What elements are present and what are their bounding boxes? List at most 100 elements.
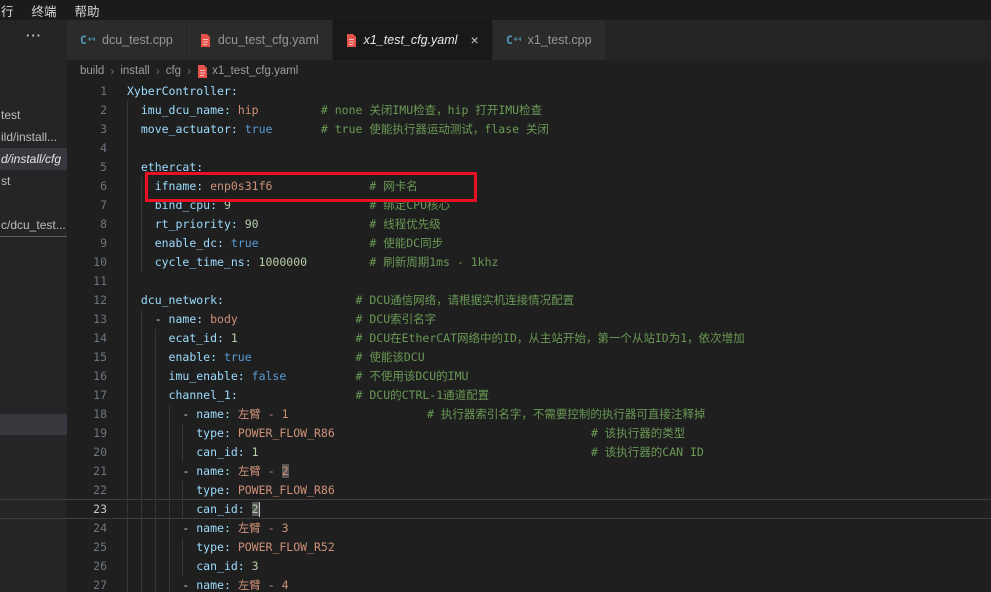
code-line[interactable]: 18 - name: 左臂 - 1 # 执行器索引名字，不需要控制的执行器可直接…: [67, 405, 991, 424]
line-number: 9: [67, 234, 107, 253]
code-line[interactable]: 26 can_id: 3: [67, 557, 991, 576]
text-cursor: [259, 502, 260, 517]
code-line[interactable]: 11: [67, 272, 991, 291]
line-number: 3: [67, 120, 107, 139]
code-line[interactable]: 23 can_id: 2: [67, 500, 991, 519]
code-line[interactable]: 10 cycle_time_ns: 1000000 # 刷新周期1ms - 1k…: [67, 253, 991, 272]
tab-x1_test.cpp[interactable]: C++ x1_test.cpp: [493, 20, 605, 60]
line-number: 27: [67, 576, 107, 592]
code-line[interactable]: 27 - name: 左臂 - 4: [67, 576, 991, 592]
menu-item-3[interactable]: 帮助: [66, 1, 109, 20]
code-text: cycle_time_ns: 1000000 # 刷新周期1ms - 1khz: [127, 253, 498, 272]
svg-text:C: C: [80, 34, 87, 47]
sidebar-item-6[interactable]: c/dcu_test...: [0, 214, 67, 237]
svg-text:C: C: [506, 34, 513, 47]
breadcrumb-segment-build[interactable]: build: [80, 65, 104, 77]
code-text: can_id: 3: [127, 557, 259, 576]
sidebar-item-1[interactable]: test: [0, 104, 67, 126]
code-line[interactable]: 12 dcu_network: # DCU通信网络，请根据实机连接情况配置: [67, 291, 991, 310]
code-text: enable_dc: true # 使能DC同步: [127, 234, 443, 253]
menu-item-2[interactable]: 终端: [23, 1, 66, 20]
tab-label: x1_test.cpp: [528, 33, 592, 47]
code-line[interactable]: 20 can_id: 1 # 该执行器的CAN ID: [67, 443, 991, 462]
line-number: 4: [67, 139, 107, 158]
sidebar-selected-row[interactable]: [0, 414, 67, 435]
line-number: 12: [67, 291, 107, 310]
close-icon[interactable]: ×: [470, 32, 478, 48]
code-text: type: POWER_FLOW_R52: [127, 538, 335, 557]
code-line[interactable]: 13 - name: body # DCU索引名字: [67, 310, 991, 329]
line-number: 7: [67, 196, 107, 215]
code-text: - name: 左臂 - 3: [127, 519, 289, 538]
editor[interactable]: 1XyberController:2 imu_dcu_name: hip # n…: [67, 82, 991, 592]
indent-guide: [127, 139, 128, 158]
breadcrumb: build›install›cfg›x1_test_cfg.yaml: [80, 60, 298, 82]
code-line[interactable]: 17 channel_1: # DCU的CTRL-1通道配置: [67, 386, 991, 405]
code-line[interactable]: 4: [67, 139, 991, 158]
code-text: ecat_id: 1 # DCU在EtherCAT网络中的ID，从主站开始，第一…: [127, 329, 745, 348]
code-text: type: POWER_FLOW_R86: [127, 481, 335, 500]
breadcrumb-segment-install[interactable]: install: [120, 65, 149, 77]
line-number: 6: [67, 177, 107, 196]
code-line[interactable]: 21 - name: 左臂 - 2: [67, 462, 991, 481]
yaml-file-icon: [346, 33, 357, 47]
code-line[interactable]: 14 ecat_id: 1 # DCU在EtherCAT网络中的ID，从主站开始…: [67, 329, 991, 348]
line-number: 11: [67, 272, 107, 291]
code-line[interactable]: 25 type: POWER_FLOW_R52: [67, 538, 991, 557]
line-number: 16: [67, 367, 107, 386]
cpp-file-icon: C++: [80, 33, 95, 47]
code-line[interactable]: 7 bind_cpu: 9 # 绑定CPU核心: [67, 196, 991, 215]
code-line[interactable]: 19 type: POWER_FLOW_R86 # 该执行器的类型: [67, 424, 991, 443]
tab-dcu_test_cfg.yaml[interactable]: dcu_test_cfg.yaml: [187, 20, 332, 60]
line-number: 8: [67, 215, 107, 234]
chevron-right-icon: ›: [156, 64, 160, 78]
code-text: ethercat:: [127, 158, 203, 177]
sidebar: ··· testild/install...d/install/cfgst c/d…: [0, 20, 67, 592]
sidebar-item-4[interactable]: st: [0, 170, 67, 192]
indent-guide: [127, 272, 128, 291]
line-number: 22: [67, 481, 107, 500]
code-line[interactable]: 6 ifname: enp0s31f6 # 网卡名: [67, 177, 991, 196]
code-text: move_actuator: true # true 使能执行器运动测试，fla…: [127, 120, 549, 139]
code-text: - name: 左臂 - 4: [127, 576, 289, 592]
breadcrumb-file[interactable]: x1_test_cfg.yaml: [197, 64, 298, 78]
more-actions-button[interactable]: ···: [26, 28, 42, 43]
code-text: - name: body # DCU索引名字: [127, 310, 436, 329]
code-line[interactable]: 16 imu_enable: false # 不使用该DCU的IMU: [67, 367, 991, 386]
line-number: 25: [67, 538, 107, 557]
code-line[interactable]: 24 - name: 左臂 - 3: [67, 519, 991, 538]
sidebar-item-2[interactable]: ild/install...: [0, 126, 67, 148]
tab-label: x1_test_cfg.yaml: [364, 33, 458, 47]
code-text: can_id: 2: [127, 500, 260, 519]
code-text: - name: 左臂 - 2: [127, 462, 289, 481]
line-number: 10: [67, 253, 107, 272]
line-number: 19: [67, 424, 107, 443]
sidebar-file-list: testild/install...d/install/cfgst c/dcu_t…: [0, 104, 67, 237]
line-number: 23: [67, 500, 107, 519]
code-line[interactable]: 3 move_actuator: true # true 使能执行器运动测试，f…: [67, 120, 991, 139]
tab-x1_test_cfg.yaml[interactable]: x1_test_cfg.yaml ×: [333, 20, 492, 60]
code-text: can_id: 1 # 该执行器的CAN ID: [127, 443, 704, 462]
code-line[interactable]: 1XyberController:: [67, 82, 991, 101]
yaml-file-icon: [200, 33, 211, 47]
line-number: 14: [67, 329, 107, 348]
code-line[interactable]: 5 ethercat:: [67, 158, 991, 177]
code-line[interactable]: 8 rt_priority: 90 # 线程优先级: [67, 215, 991, 234]
breadcrumb-segment-cfg[interactable]: cfg: [166, 65, 181, 77]
sidebar-item-3[interactable]: d/install/cfg: [0, 148, 67, 170]
svg-text:++: ++: [88, 34, 96, 43]
menubar: 行终端帮助: [0, 0, 991, 20]
code-line[interactable]: 15 enable: true # 使能该DCU: [67, 348, 991, 367]
menu-item-1[interactable]: 行: [0, 1, 23, 20]
code-line[interactable]: 22 type: POWER_FLOW_R86: [67, 481, 991, 500]
tabbar: C++dcu_test.cpp dcu_test_cfg.yaml x1_test_…: [67, 20, 991, 60]
yaml-file-icon: [197, 64, 208, 78]
cpp-file-icon: C++: [506, 33, 521, 47]
tab-label: dcu_test_cfg.yaml: [218, 33, 319, 47]
tab-dcu_test.cpp[interactable]: C++dcu_test.cpp: [67, 20, 186, 60]
line-number: 21: [67, 462, 107, 481]
code-line[interactable]: 2 imu_dcu_name: hip # none 关闭IMU检查，hip 打…: [67, 101, 991, 120]
code-line[interactable]: 9 enable_dc: true # 使能DC同步: [67, 234, 991, 253]
code-text: channel_1: # DCU的CTRL-1通道配置: [127, 386, 489, 405]
line-number: 26: [67, 557, 107, 576]
